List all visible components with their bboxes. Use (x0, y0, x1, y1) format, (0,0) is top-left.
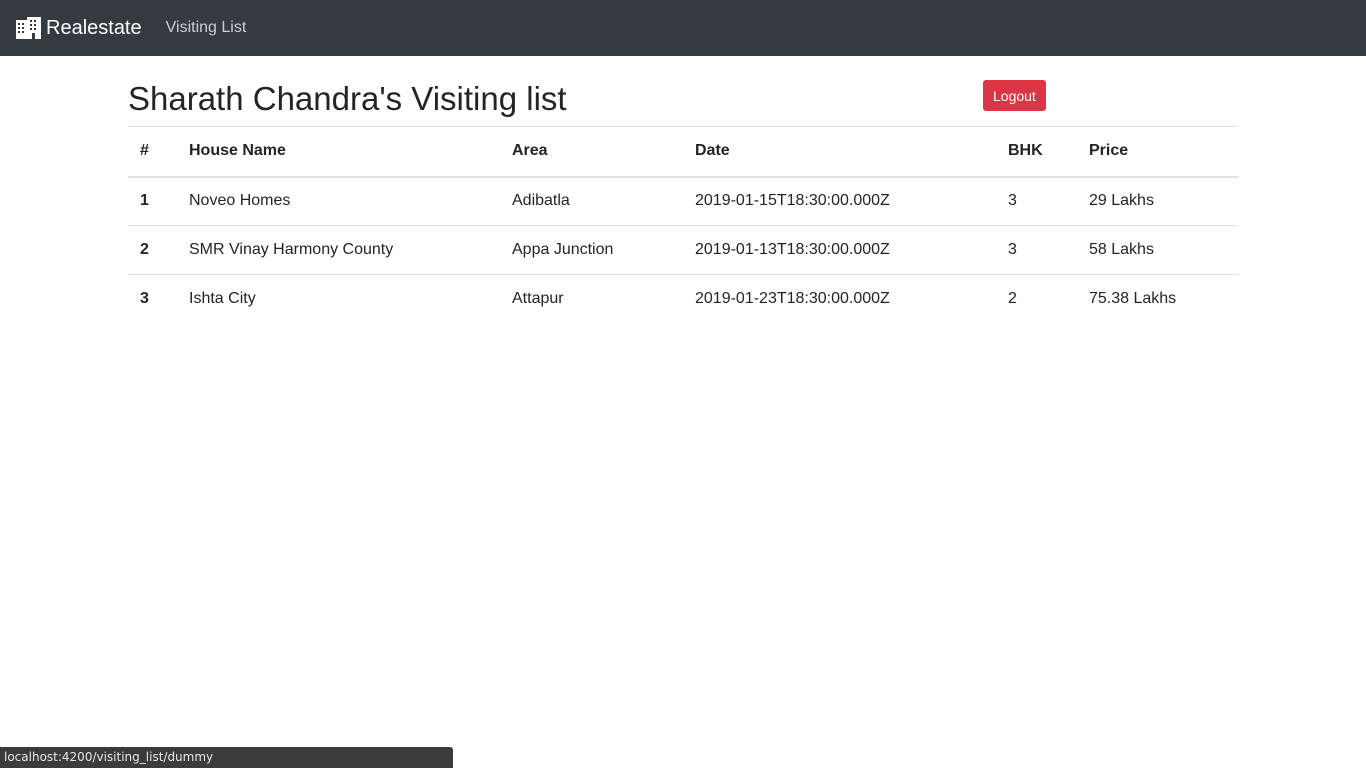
table-row: 2 SMR Vinay Harmony County Appa Junction… (128, 225, 1238, 275)
price-cell: 29 Lakhs (1077, 176, 1238, 226)
area-cell: Adibatla (500, 176, 683, 226)
date-cell: 2019-01-23T18:30:00.000Z (683, 274, 996, 324)
row-number: 2 (128, 225, 177, 275)
navbar: Realestate Visiting List (0, 0, 1366, 56)
row-number: 3 (128, 274, 177, 324)
column-header-price: Price (1077, 126, 1238, 178)
visiting-table: # House Name Area Date BHK Price 1 Noveo… (128, 126, 1238, 324)
date-cell: 2019-01-15T18:30:00.000Z (683, 176, 996, 226)
brand-label: Realestate (46, 17, 142, 39)
column-header-house-name: House Name (177, 126, 500, 178)
price-cell: 58 Lakhs (1077, 225, 1238, 275)
logout-button[interactable]: Logout (983, 80, 1046, 111)
page-title: Sharath Chandra's Visiting list (128, 80, 567, 117)
house-name-cell: Ishta City (177, 274, 500, 324)
bhk-cell: 3 (996, 225, 1077, 275)
area-cell: Appa Junction (500, 225, 683, 275)
status-bar-url: localhost:4200/visiting_list/dummy (0, 747, 453, 768)
main-container: Sharath Chandra's Visiting list Logout #… (128, 56, 1238, 324)
building-icon (16, 17, 41, 39)
table-header-row: # House Name Area Date BHK Price (128, 126, 1238, 178)
page-header: Sharath Chandra's Visiting list Logout (128, 56, 1238, 126)
bhk-cell: 2 (996, 274, 1077, 324)
row-number: 1 (128, 176, 177, 226)
column-header-bhk: BHK (996, 126, 1077, 178)
column-header-number: # (128, 126, 177, 178)
brand-link[interactable]: Realestate (16, 14, 142, 42)
house-name-cell: Noveo Homes (177, 176, 500, 226)
table-row: 3 Ishta City Attapur 2019-01-23T18:30:00… (128, 274, 1238, 324)
column-header-date: Date (683, 126, 996, 178)
table-row: 1 Noveo Homes Adibatla 2019-01-15T18:30:… (128, 176, 1238, 226)
bhk-cell: 3 (996, 176, 1077, 226)
area-cell: Attapur (500, 274, 683, 324)
date-cell: 2019-01-13T18:30:00.000Z (683, 225, 996, 275)
column-header-area: Area (500, 126, 683, 178)
price-cell: 75.38 Lakhs (1077, 274, 1238, 324)
nav-link-visiting-list[interactable]: Visiting List (166, 19, 247, 37)
house-name-cell: SMR Vinay Harmony County (177, 225, 500, 275)
